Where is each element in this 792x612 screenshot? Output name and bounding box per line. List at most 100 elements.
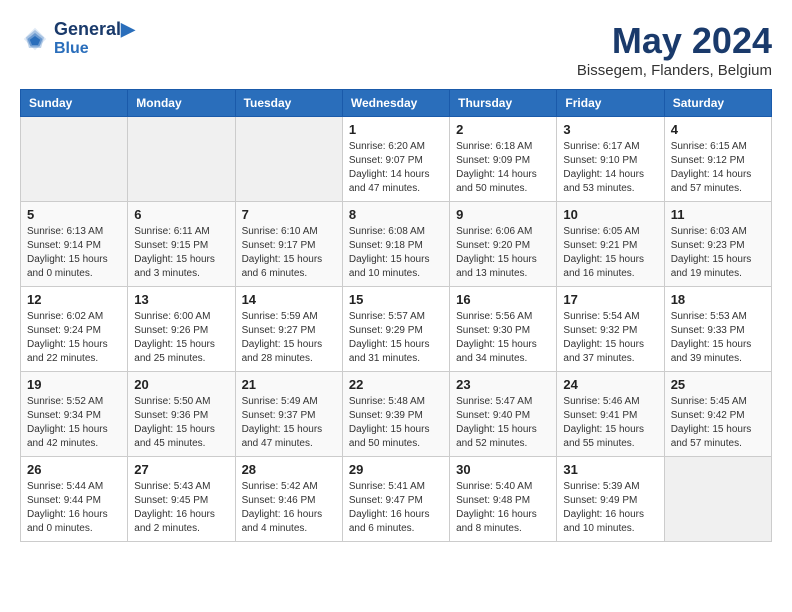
day-info: Sunrise: 6:17 AMSunset: 9:10 PMDaylight:… bbox=[563, 140, 657, 196]
calendar-cell: 2 Sunrise: 6:18 AMSunset: 9:09 PMDaylight… bbox=[450, 117, 557, 202]
day-number: 8 bbox=[349, 207, 443, 222]
day-info: Sunrise: 6:11 AMSunset: 9:15 PMDaylight:… bbox=[134, 225, 228, 281]
weekday-header-row: SundayMondayTuesdayWednesdayThursdayFrid… bbox=[21, 90, 772, 117]
day-info: Sunrise: 5:53 AMSunset: 9:33 PMDaylight:… bbox=[671, 310, 765, 366]
day-info: Sunrise: 5:42 AMSunset: 9:46 PMDaylight:… bbox=[242, 480, 336, 536]
calendar-cell bbox=[664, 457, 771, 542]
calendar-cell: 14Sunrise: 5:59 AMSunset: 9:27 PMDayligh… bbox=[235, 287, 342, 372]
day-number: 27 bbox=[134, 462, 228, 477]
calendar-cell: 30 Sunrise: 5:40 AMSunset: 9:48 PMDayligh… bbox=[450, 457, 557, 542]
day-info: Sunrise: 6:00 AMSunset: 9:26 PMDaylight:… bbox=[134, 310, 228, 366]
logo-icon bbox=[20, 24, 50, 54]
day-number: 3 bbox=[563, 122, 657, 137]
day-info: Sunrise: 5:56 AMSunset: 9:30 PMDaylight:… bbox=[456, 310, 550, 366]
day-number: 1 bbox=[349, 122, 443, 137]
day-info: Sunrise: 6:05 AMSunset: 9:21 PMDaylight:… bbox=[563, 225, 657, 281]
day-number: 9 bbox=[456, 207, 550, 222]
day-number: 28 bbox=[242, 462, 336, 477]
day-info: Sunrise: 6:08 AMSunset: 9:18 PMDaylight:… bbox=[349, 225, 443, 281]
calendar-cell bbox=[235, 117, 342, 202]
calendar-cell: 29Sunrise: 5:41 AMSunset: 9:47 PMDayligh… bbox=[342, 457, 449, 542]
calendar-cell: 16 Sunrise: 5:56 AMSunset: 9:30 PMDayligh… bbox=[450, 287, 557, 372]
day-number: 20 bbox=[134, 377, 228, 392]
header-wednesday: Wednesday bbox=[342, 90, 449, 117]
day-number: 12 bbox=[27, 292, 121, 307]
day-number: 26 bbox=[27, 462, 121, 477]
title-section: May 2024 Bissegem, Flanders, Belgium bbox=[577, 20, 772, 79]
day-number: 13 bbox=[134, 292, 228, 307]
calendar-cell: 11 Sunrise: 6:03 AMSunset: 9:23 PMDayligh… bbox=[664, 202, 771, 287]
day-number: 4 bbox=[671, 122, 765, 137]
day-info: Sunrise: 5:59 AMSunset: 9:27 PMDaylight:… bbox=[242, 310, 336, 366]
day-info: Sunrise: 6:15 AMSunset: 9:12 PMDaylight:… bbox=[671, 140, 765, 196]
day-info: Sunrise: 6:13 AMSunset: 9:14 PMDaylight:… bbox=[27, 225, 121, 281]
week-row-3: 12Sunrise: 6:02 AMSunset: 9:24 PMDayligh… bbox=[21, 287, 772, 372]
logo-text: General▶ Blue bbox=[54, 20, 135, 57]
day-info: Sunrise: 6:20 AMSunset: 9:07 PMDaylight:… bbox=[349, 140, 443, 196]
calendar-cell: 13 Sunrise: 6:00 AMSunset: 9:26 PMDayligh… bbox=[128, 287, 235, 372]
calendar-cell: 28 Sunrise: 5:42 AMSunset: 9:46 PMDayligh… bbox=[235, 457, 342, 542]
day-info: Sunrise: 5:39 AMSunset: 9:49 PMDaylight:… bbox=[563, 480, 657, 536]
day-number: 24 bbox=[563, 377, 657, 392]
calendar-cell: 25 Sunrise: 5:45 AMSunset: 9:42 PMDayligh… bbox=[664, 372, 771, 457]
day-info: Sunrise: 5:44 AMSunset: 9:44 PMDaylight:… bbox=[27, 480, 121, 536]
page-header: General▶ Blue May 2024 Bissegem, Flander… bbox=[20, 20, 772, 79]
header-saturday: Saturday bbox=[664, 90, 771, 117]
calendar-cell: 7Sunrise: 6:10 AMSunset: 9:17 PMDaylight… bbox=[235, 202, 342, 287]
day-number: 5 bbox=[27, 207, 121, 222]
calendar-cell: 21Sunrise: 5:49 AMSunset: 9:37 PMDayligh… bbox=[235, 372, 342, 457]
week-row-1: 1 Sunrise: 6:20 AMSunset: 9:07 PMDaylight… bbox=[21, 117, 772, 202]
header-tuesday: Tuesday bbox=[235, 90, 342, 117]
calendar-cell: 1 Sunrise: 6:20 AMSunset: 9:07 PMDaylight… bbox=[342, 117, 449, 202]
day-info: Sunrise: 6:03 AMSunset: 9:23 PMDaylight:… bbox=[671, 225, 765, 281]
day-number: 21 bbox=[242, 377, 336, 392]
day-number: 2 bbox=[456, 122, 550, 137]
calendar-cell: 4 Sunrise: 6:15 AMSunset: 9:12 PMDaylight… bbox=[664, 117, 771, 202]
day-info: Sunrise: 5:50 AMSunset: 9:36 PMDaylight:… bbox=[134, 395, 228, 451]
calendar-cell: 12Sunrise: 6:02 AMSunset: 9:24 PMDayligh… bbox=[21, 287, 128, 372]
calendar-cell: 8 Sunrise: 6:08 AMSunset: 9:18 PMDaylight… bbox=[342, 202, 449, 287]
calendar-cell: 19 Sunrise: 5:52 AMSunset: 9:34 PMDayligh… bbox=[21, 372, 128, 457]
week-row-2: 5 Sunrise: 6:13 AMSunset: 9:14 PMDaylight… bbox=[21, 202, 772, 287]
day-number: 16 bbox=[456, 292, 550, 307]
day-number: 18 bbox=[671, 292, 765, 307]
header-friday: Friday bbox=[557, 90, 664, 117]
day-info: Sunrise: 5:47 AMSunset: 9:40 PMDaylight:… bbox=[456, 395, 550, 451]
day-number: 11 bbox=[671, 207, 765, 222]
header-monday: Monday bbox=[128, 90, 235, 117]
day-number: 10 bbox=[563, 207, 657, 222]
calendar-cell: 22 Sunrise: 5:48 AMSunset: 9:39 PMDayligh… bbox=[342, 372, 449, 457]
calendar-table: SundayMondayTuesdayWednesdayThursdayFrid… bbox=[20, 89, 772, 542]
location-subtitle: Bissegem, Flanders, Belgium bbox=[577, 62, 772, 79]
calendar-cell: 15Sunrise: 5:57 AMSunset: 9:29 PMDayligh… bbox=[342, 287, 449, 372]
calendar-cell: 26 Sunrise: 5:44 AMSunset: 9:44 PMDayligh… bbox=[21, 457, 128, 542]
calendar-cell: 6 Sunrise: 6:11 AMSunset: 9:15 PMDaylight… bbox=[128, 202, 235, 287]
calendar-cell: 27 Sunrise: 5:43 AMSunset: 9:45 PMDayligh… bbox=[128, 457, 235, 542]
header-thursday: Thursday bbox=[450, 90, 557, 117]
calendar-cell bbox=[128, 117, 235, 202]
calendar-cell: 31 Sunrise: 5:39 AMSunset: 9:49 PMDayligh… bbox=[557, 457, 664, 542]
day-number: 17 bbox=[563, 292, 657, 307]
day-number: 19 bbox=[27, 377, 121, 392]
week-row-4: 19 Sunrise: 5:52 AMSunset: 9:34 PMDayligh… bbox=[21, 372, 772, 457]
calendar-cell bbox=[21, 117, 128, 202]
day-info: Sunrise: 5:43 AMSunset: 9:45 PMDaylight:… bbox=[134, 480, 228, 536]
day-info: Sunrise: 5:41 AMSunset: 9:47 PMDaylight:… bbox=[349, 480, 443, 536]
calendar-cell: 3 Sunrise: 6:17 AMSunset: 9:10 PMDaylight… bbox=[557, 117, 664, 202]
day-info: Sunrise: 5:52 AMSunset: 9:34 PMDaylight:… bbox=[27, 395, 121, 451]
day-number: 31 bbox=[563, 462, 657, 477]
day-info: Sunrise: 6:18 AMSunset: 9:09 PMDaylight:… bbox=[456, 140, 550, 196]
day-info: Sunrise: 5:40 AMSunset: 9:48 PMDaylight:… bbox=[456, 480, 550, 536]
day-info: Sunrise: 5:48 AMSunset: 9:39 PMDaylight:… bbox=[349, 395, 443, 451]
calendar-cell: 24Sunrise: 5:46 AMSunset: 9:41 PMDayligh… bbox=[557, 372, 664, 457]
day-number: 22 bbox=[349, 377, 443, 392]
week-row-5: 26 Sunrise: 5:44 AMSunset: 9:44 PMDayligh… bbox=[21, 457, 772, 542]
calendar-cell: 10 Sunrise: 6:05 AMSunset: 9:21 PMDayligh… bbox=[557, 202, 664, 287]
day-info: Sunrise: 5:45 AMSunset: 9:42 PMDaylight:… bbox=[671, 395, 765, 451]
day-number: 30 bbox=[456, 462, 550, 477]
calendar-cell: 17Sunrise: 5:54 AMSunset: 9:32 PMDayligh… bbox=[557, 287, 664, 372]
day-info: Sunrise: 5:57 AMSunset: 9:29 PMDaylight:… bbox=[349, 310, 443, 366]
day-number: 6 bbox=[134, 207, 228, 222]
day-number: 25 bbox=[671, 377, 765, 392]
day-info: Sunrise: 6:06 AMSunset: 9:20 PMDaylight:… bbox=[456, 225, 550, 281]
